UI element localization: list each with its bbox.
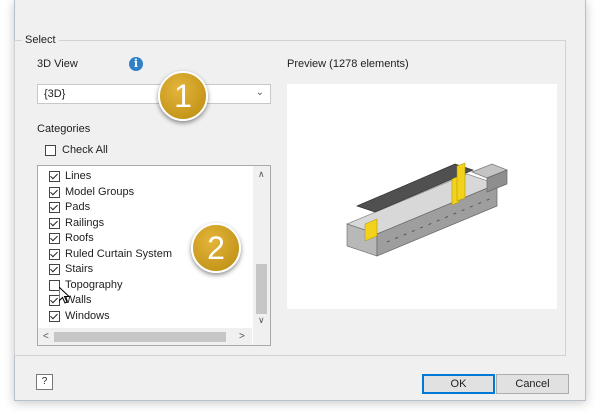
category-checkbox[interactable] bbox=[49, 233, 60, 244]
category-checkbox[interactable] bbox=[49, 171, 60, 182]
scroll-left-icon[interactable]: < bbox=[43, 331, 49, 342]
category-label: Lines bbox=[65, 170, 92, 182]
building-model-preview bbox=[346, 162, 508, 257]
select-group-title: Select bbox=[22, 34, 59, 46]
vertical-scrollbar[interactable]: ∧ ∨ bbox=[253, 166, 270, 328]
category-checkbox[interactable] bbox=[49, 202, 60, 213]
category-checkbox[interactable] bbox=[49, 217, 60, 229]
preview-label: Preview (1278 elements) bbox=[287, 58, 409, 70]
category-checkbox[interactable] bbox=[49, 310, 60, 322]
check-all-checkbox[interactable] bbox=[45, 145, 56, 156]
category-label: Windows bbox=[65, 309, 110, 322]
3d-view-dropdown[interactable]: {3D} ⌄ bbox=[37, 84, 271, 104]
category-label: Pads bbox=[65, 201, 91, 213]
category-label: Roofs bbox=[65, 232, 94, 244]
preview-pane bbox=[287, 84, 557, 309]
horizontal-scrollbar[interactable]: < > bbox=[38, 328, 252, 345]
category-label: Topography bbox=[65, 278, 123, 291]
help-button[interactable]: ? bbox=[36, 374, 53, 390]
categories-label: Categories bbox=[37, 123, 91, 135]
chevron-down-icon: ⌄ bbox=[255, 87, 264, 98]
scroll-down-icon[interactable]: ∨ bbox=[258, 315, 265, 326]
scroll-right-icon[interactable]: > bbox=[239, 331, 245, 342]
scroll-up-icon[interactable]: ∧ bbox=[258, 169, 265, 180]
category-label: Stairs bbox=[65, 263, 94, 275]
category-label: Ruled Curtain System bbox=[65, 247, 172, 260]
mouse-cursor-icon bbox=[59, 287, 70, 304]
3d-view-label: 3D View bbox=[37, 58, 78, 70]
vertical-scroll-thumb[interactable] bbox=[256, 264, 267, 314]
check-all-label[interactable]: Check All bbox=[62, 144, 108, 156]
category-label: Railings bbox=[65, 216, 105, 229]
ok-button[interactable]: OK bbox=[422, 374, 495, 394]
category-checkbox[interactable] bbox=[49, 186, 60, 198]
cancel-button[interactable]: Cancel bbox=[496, 374, 569, 394]
category-checkbox[interactable] bbox=[49, 264, 60, 275]
callout-badge-1: 1 bbox=[158, 71, 208, 121]
category-label: Model Groups bbox=[65, 185, 135, 198]
info-icon[interactable]: i bbox=[129, 57, 143, 71]
category-checkbox[interactable] bbox=[49, 248, 60, 260]
3d-view-selected: {3D} bbox=[44, 88, 66, 100]
horizontal-scroll-thumb[interactable] bbox=[54, 332, 226, 342]
callout-badge-2: 2 bbox=[191, 223, 241, 273]
scroll-corner bbox=[253, 328, 270, 345]
